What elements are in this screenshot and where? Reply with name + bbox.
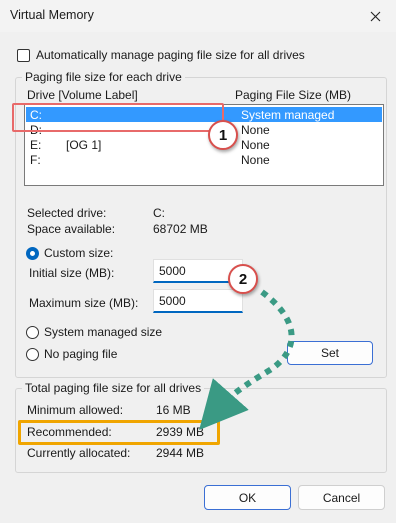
- annotation-arrow: [199, 289, 295, 430]
